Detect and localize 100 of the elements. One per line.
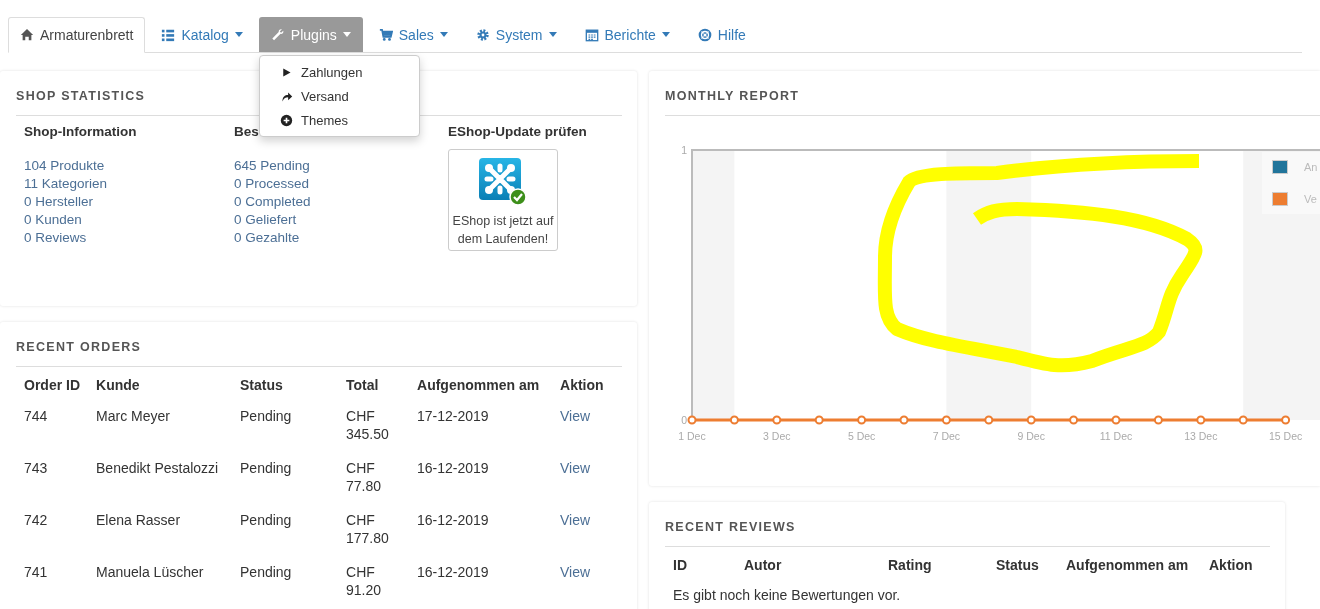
menu-item[interactable]: Versand [260,84,419,108]
data-point [1111,415,1121,425]
nav-tab[interactable]: Plugins [258,17,363,52]
view-link[interactable]: View [560,460,591,476]
table-cell-text: 743 [23,459,49,478]
table-cell-text: Pending [239,407,293,426]
axis-label: 7 Dec [932,430,961,442]
data-point [984,415,994,425]
nav-tab[interactable]: Berichte [572,17,682,52]
stat-link[interactable]: 0 Kunden [24,211,234,229]
table-cell-text: 744 [23,407,49,426]
column-header: Total [345,376,380,395]
table-cell-text: CHF 345.50 [345,407,390,444]
table-cell-text: 16-12-2019 [416,459,490,478]
table-cell-text: CHF 91.20 [345,563,383,600]
stat-link[interactable]: 0 Hersteller [24,193,234,211]
status-message: EShop ist jetzt auf dem Laufenden! [451,213,555,248]
data-point [899,415,909,425]
column-header: Aufgenommen am [416,376,541,395]
column-header: Order ID [23,376,81,395]
home-icon [20,28,34,42]
data-point [1281,415,1291,425]
table-cell-text: Marc Meyer [95,407,171,426]
data-point [687,415,697,425]
cart-icon [378,27,393,42]
data-point [1026,415,1036,425]
axis-label: 3 Dec [763,430,791,442]
axis-label: 0 [681,414,687,426]
legend-label: An [1304,161,1318,173]
stat-link[interactable]: 0 Geliefert [234,211,448,229]
column-header: Aktion [1208,556,1254,575]
panel-title: MONTHLY REPORT [665,89,800,103]
table-cell-text: Benedikt Pestalozzi [95,459,220,478]
calendar-icon [584,27,599,42]
wrench-icon [270,27,285,42]
data-point [1238,415,1248,425]
panel-title: RECENT REVIEWS [665,520,796,534]
stat-link[interactable]: 11 Kategorien [24,175,234,193]
gear-icon [475,27,490,42]
column-header: Rating [887,556,933,575]
stat-link[interactable]: 0 Completed [234,193,448,211]
plus-circle-icon [280,113,293,127]
empty-message: Es gibt noch keine Bewertungen vor. [672,587,902,603]
data-point [857,415,867,425]
stat-link[interactable]: 0 Reviews [24,229,234,247]
column-header: Aktion [559,376,605,395]
stat-link[interactable]: 0 Processed [234,175,448,193]
table-cell-text: CHF 177.80 [345,511,390,548]
column-header: Aufgenommen am [1065,556,1190,575]
nav-tab[interactable]: Armaturenbrett [8,17,146,53]
view-link[interactable]: View [560,564,591,580]
axis-label: 5 Dec [847,430,876,442]
data-point [941,415,951,425]
lifebuoy-icon [697,27,712,42]
table-cell-text: 741 [23,563,49,582]
axis-label: 9 Dec [1017,430,1045,442]
data-point [814,415,824,425]
nav-tab[interactable]: Sales [366,17,460,52]
axis-label: 13 Dec [1184,430,1218,442]
axis-label: 1 [681,144,687,156]
column-heading: Bes [234,124,260,139]
column-heading: EShop-Update prüfen [448,124,588,139]
nav-tab[interactable]: Katalog [149,17,255,52]
legend-label: Ve [1304,193,1317,205]
column-header: Status [239,376,284,395]
list-icon [161,27,176,42]
data-point [1153,415,1163,425]
table-cell-text: 742 [23,511,49,530]
column-header: ID [672,556,688,575]
data-point [772,415,782,425]
axis-label: 15 Dec [1268,430,1303,442]
stat-link[interactable]: 104 Produkte [24,157,234,175]
panel-title: SHOP STATISTICS [16,89,146,103]
table-cell-text: Elena Rasser [95,511,182,530]
table-cell-text: CHF 77.80 [345,459,383,496]
data-point [1069,415,1079,425]
nav-tab[interactable]: Hilfe [685,17,758,52]
column-header: Autor [743,556,783,575]
panel-title: RECENT ORDERS [16,340,142,354]
table-cell-text: Pending [239,511,293,530]
table-cell-text: 16-12-2019 [416,563,490,582]
table-cell-text: Pending [239,459,293,478]
table-cell-text: 16-12-2019 [416,511,490,530]
view-link[interactable]: View [560,408,591,424]
axis-label: 11 Dec [1099,430,1133,442]
table-cell-text: 17-12-2019 [416,407,490,426]
data-point [1196,415,1206,425]
axis-label: 1 Dec [678,430,706,442]
menu-item[interactable]: Zahlungen [260,60,419,84]
stat-link[interactable]: 645 Pending [234,157,448,175]
table-cell-text: Pending [239,563,293,582]
view-link[interactable]: View [560,512,591,528]
column-heading: Shop-Information [24,124,138,139]
column-header: Status [995,556,1040,575]
data-point [729,415,739,425]
menu-item[interactable]: Themes [260,108,419,132]
table-cell-text: Manuela Lüscher [95,563,205,582]
stat-link[interactable]: 0 Gezahlte [234,229,448,247]
nav-tab[interactable]: System [463,17,569,52]
column-header: Kunde [95,376,141,395]
